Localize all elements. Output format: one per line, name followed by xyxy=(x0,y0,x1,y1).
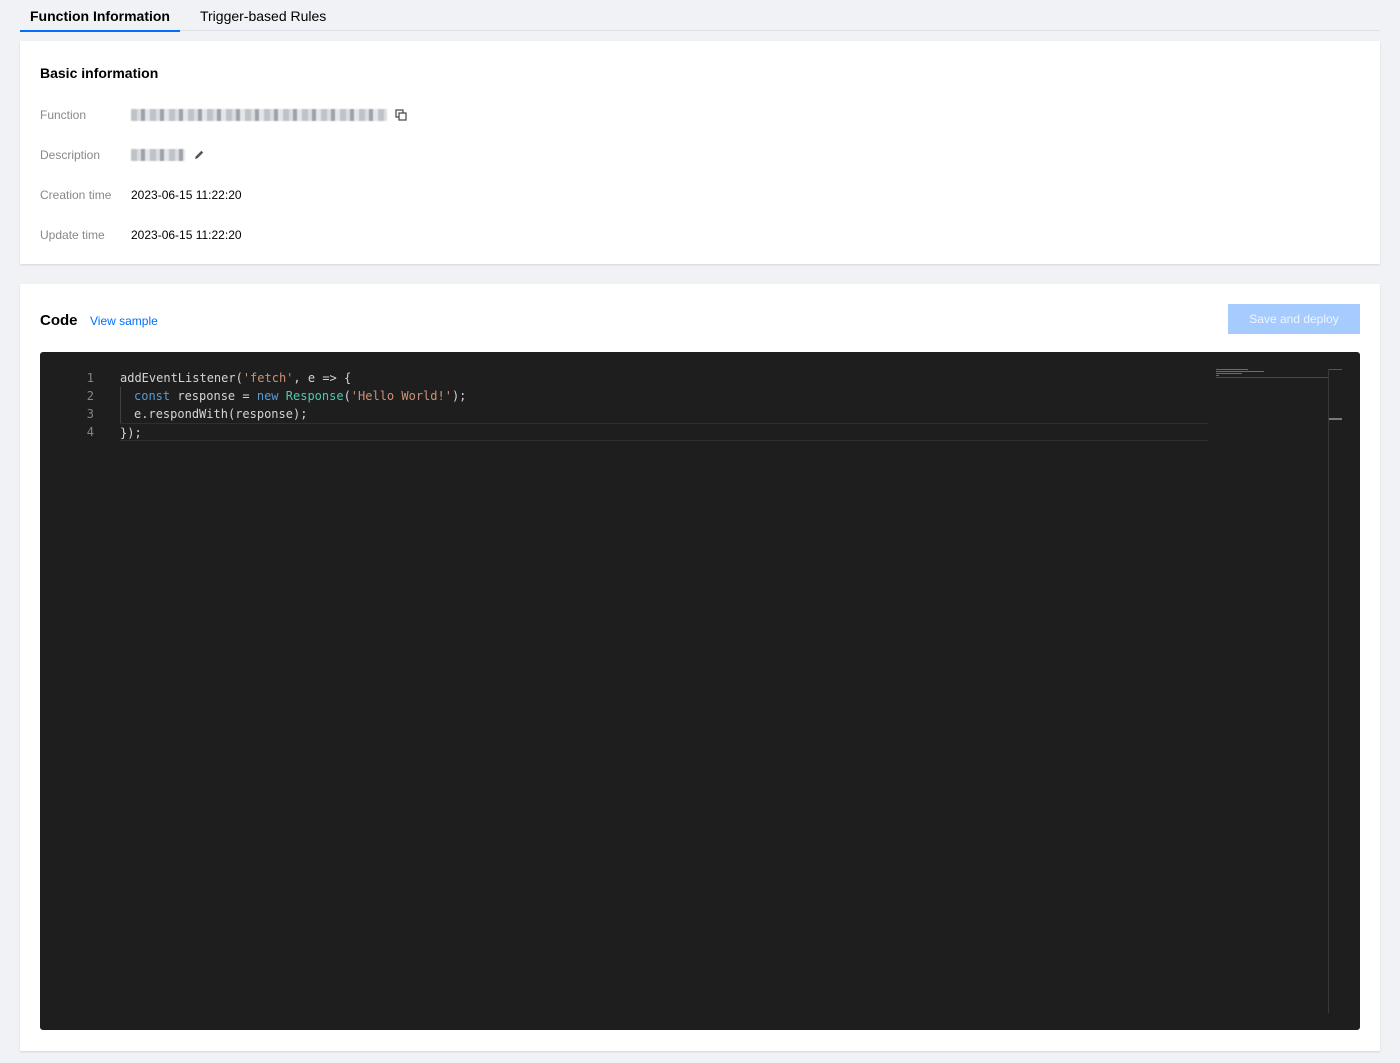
line-number-gutter: 1 2 3 4 xyxy=(40,369,94,441)
description-redacted xyxy=(131,149,185,161)
code-line: }); xyxy=(120,423,1208,441)
code-line: addEventListener('fetch', e => { xyxy=(120,369,1208,387)
function-value xyxy=(131,107,409,123)
code-token: ( xyxy=(235,371,243,385)
function-label: Function xyxy=(40,108,87,122)
update-time-value: 2023-06-15 11:22:20 xyxy=(131,228,242,242)
code-token: }); xyxy=(120,426,142,440)
save-and-deploy-button[interactable]: Save and deploy xyxy=(1228,304,1360,334)
scrollbar-top-marker xyxy=(1329,369,1342,370)
creation-time-row: Creation time 2023-06-15 11:22:20 xyxy=(40,185,242,205)
code-text-area[interactable]: addEventListener('fetch', e => {const re… xyxy=(120,369,1208,441)
description-label: Description xyxy=(40,148,101,162)
code-token: 'fetch' xyxy=(242,371,294,385)
indent-guide xyxy=(120,387,134,405)
creation-time-value: 2023-06-15 11:22:20 xyxy=(131,188,242,202)
code-line: e.respondWith(response); xyxy=(120,405,1208,423)
code-token: const xyxy=(134,389,171,403)
code-token: ); xyxy=(292,407,308,421)
basic-information-card: Basic information Function Description C… xyxy=(20,41,1380,264)
code-title: Code xyxy=(40,312,78,329)
line-number: 4 xyxy=(86,425,94,439)
tab-function-information[interactable]: Function Information xyxy=(20,0,180,32)
description-row: Description xyxy=(40,145,207,165)
code-token: Response xyxy=(285,389,344,403)
code-token: => { xyxy=(315,371,352,385)
update-time-row: Update time 2023-06-15 11:22:20 xyxy=(40,225,242,245)
pencil-icon[interactable] xyxy=(191,147,207,163)
description-value xyxy=(131,147,207,163)
indent-guide xyxy=(120,405,134,423)
code-token: ( xyxy=(343,389,351,403)
code-token: 'Hello World!' xyxy=(350,389,452,403)
editor-vertical-scrollbar[interactable] xyxy=(1328,369,1329,1013)
scrollbar-cursor-marker xyxy=(1329,418,1342,420)
view-sample-link[interactable]: View sample xyxy=(90,314,158,328)
code-card: Code View sample Save and deploy 1 2 3 4… xyxy=(20,284,1380,1051)
code-token: response xyxy=(177,389,236,403)
minimap-slider[interactable] xyxy=(1216,370,1328,378)
code-editor[interactable]: 1 2 3 4 addEventListener('fetch', e => {… xyxy=(40,352,1360,1030)
tab-trigger-based-rules[interactable]: Trigger-based Rules xyxy=(190,0,336,31)
tab-bar: Function Information Trigger-based Rules xyxy=(20,0,1380,32)
code-token: respondWith xyxy=(148,407,228,421)
code-token: new xyxy=(256,389,279,403)
code-token: ); xyxy=(451,389,467,403)
function-row: Function xyxy=(40,105,409,125)
creation-time-label: Creation time xyxy=(40,188,112,202)
code-token: addEventListener xyxy=(120,371,236,385)
code-line: const response = new Response('Hello Wor… xyxy=(120,387,1208,405)
copy-icon[interactable] xyxy=(393,107,409,123)
code-token: e xyxy=(307,371,316,385)
basic-information-title: Basic information xyxy=(40,65,159,81)
line-number: 1 xyxy=(86,371,94,385)
code-token: response xyxy=(235,407,293,421)
update-time-label: Update time xyxy=(40,228,105,242)
line-number: 3 xyxy=(86,407,94,421)
function-name-redacted xyxy=(131,109,387,121)
line-number: 2 xyxy=(86,389,94,403)
code-token: = xyxy=(235,389,257,403)
code-token: , xyxy=(293,371,308,385)
